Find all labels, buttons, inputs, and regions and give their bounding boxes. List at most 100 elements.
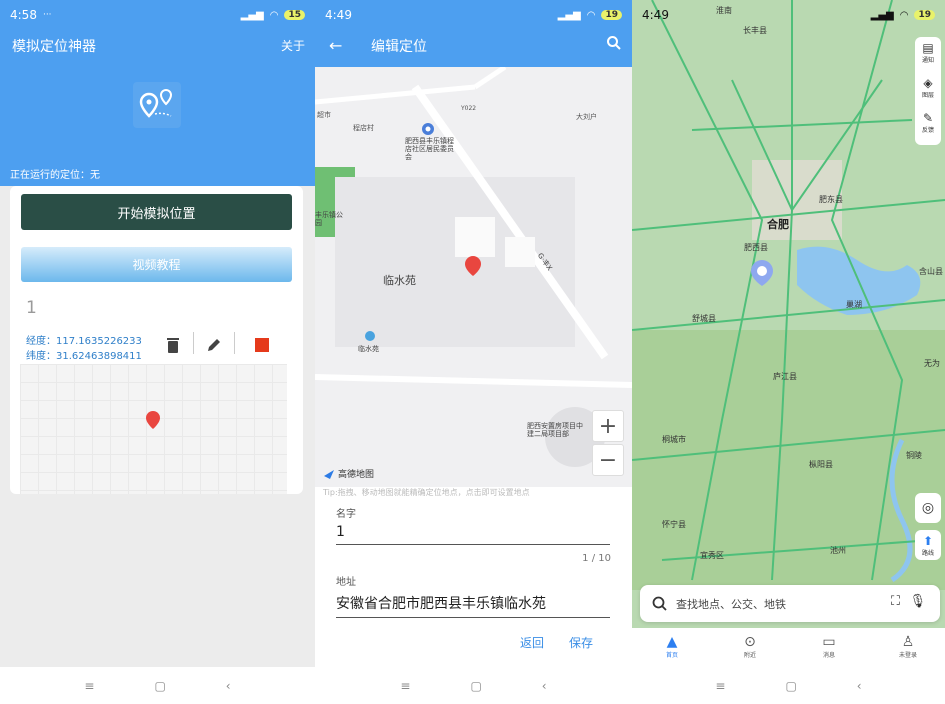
zoom-in-button[interactable]: + [592,410,624,442]
save-button[interactable]: 保存 [569,634,593,651]
route-arrow-icon: ⬆ [922,533,934,548]
search-icon [652,596,667,611]
signal-icon: ▂▄▆ [557,9,581,21]
edit-icon[interactable] [205,336,223,354]
back-nav-icon[interactable]: ‹ [542,679,547,693]
route-label: 路线 [921,549,934,557]
menu-nav-icon[interactable]: ≡ [400,679,410,693]
menu-nav-icon[interactable]: ≡ [715,679,725,693]
app-title: 模拟定位神器 [12,39,96,55]
status-time: 4:49 [325,8,352,22]
stop-icon[interactable] [253,336,271,354]
tab-label: 未登录 [898,652,917,659]
map-label: 程店村 [353,124,374,132]
map-tools-panel: ▤ 通知 ◈ 图层 ✎ 反馈 [915,37,941,145]
battery-level: 19 [914,10,935,20]
status-bar: 4:49 ▂▄▆ ◠ 19 [632,0,945,30]
map-label: 肥西县丰乐镇程店社区居民委员会 [405,137,454,161]
current-location-icon [751,260,773,286]
home-nav-icon[interactable]: ▢ [470,679,481,693]
status-time: 4:49 [642,8,669,22]
running-status: 正在运行的定位：无 [10,170,100,181]
search-placeholder: 查找地点、公交、地铁 [676,598,786,611]
notice-icon: ▤ [922,41,934,55]
notice-button[interactable]: ▤ 通知 [915,41,941,64]
selected-location-pin-icon [465,256,481,276]
map-brand: 高德地图 [323,467,374,480]
latitude-text: 纬度：31.62463898411 [26,351,142,362]
map-label: Y022 [461,105,477,112]
signal-icon: ▂▄▆ [870,9,894,21]
start-mock-button[interactable]: 开始模拟位置 [21,194,292,230]
city-label: 合肥 [767,218,789,231]
menu-nav-icon[interactable]: ≡ [84,679,94,693]
wifi-icon: ◠ [899,9,909,21]
feedback-button[interactable]: ✎ 反馈 [915,111,941,134]
feedback-label: 反馈 [921,127,934,134]
address-label: 地址 [336,577,356,588]
tab-label: 消息 [822,652,835,659]
map-tip: Tip:拖拽、移动地图就能精确定位地点，点击即可设置地点 [323,488,530,497]
place-label: 舒城县 [692,314,716,323]
divider [193,332,194,354]
amap-home-screen: 合肥 淮南 长丰县 肥东县 肥西县 巢湖 含山县 舒城县 庐江县 无为 桐城市 … [632,0,945,704]
video-tutorial-button[interactable]: 视频教程 [21,247,292,282]
location-card: 开始模拟位置 视频教程 1 经度：117.1635226233 纬度：31.62… [10,186,303,494]
return-button[interactable]: 返回 [520,634,544,651]
search-bar[interactable]: 查找地点、公交、地铁 ⛶ 🎙 [640,585,940,622]
map-pin-icon [146,411,160,429]
tab-home[interactable]: ▲ 首页 [652,634,692,659]
layers-button[interactable]: ◈ 图层 [915,76,941,99]
status-time: 4:58 [10,8,37,22]
address-field[interactable]: 安徽省合肥市肥西县丰乐镇临水苑 [336,593,610,618]
battery-level: 15 [284,10,305,20]
name-label: 名字 [336,509,356,520]
map-label: 肥西安置房项目中建二局项目部 [527,422,583,438]
status-bar: 4:58 ··· ▂▄▆ ◠ 15 [0,0,315,30]
back-nav-icon[interactable]: ‹ [226,679,231,693]
place-label: 宜秀区 [700,551,724,560]
about-link[interactable]: 关于 [281,37,305,54]
delete-icon[interactable] [164,336,182,354]
preview-map [20,364,287,494]
system-nav-bar: ≡ ▢ ‹ [315,667,632,704]
system-nav-bar: ≡ ▢ ‹ [632,668,945,704]
longitude-text: 经度：117.1635226233 [26,336,142,347]
home-nav-icon[interactable]: ▢ [785,679,796,693]
map-label: 临水苑 [358,345,379,353]
route-button[interactable]: ⬆ 路线 [915,530,941,560]
location-app-screen: 4:58 ··· ▂▄▆ ◠ 15 模拟定位神器 关于 正在运行的定位：无 开始… [0,0,315,704]
back-arrow-icon[interactable]: ← [329,36,342,55]
back-nav-icon[interactable]: ‹ [857,679,862,693]
home-nav-icon[interactable]: ▢ [154,679,165,693]
tab-profile[interactable]: ♙ 未登录 [888,634,928,659]
place-label: 枞阳县 [809,460,833,469]
name-field[interactable]: 1 [336,524,610,545]
search-icon[interactable] [606,35,622,51]
edit-map[interactable]: 超市 程店村 Y022 大刘户 肥西县丰乐镇程店社区居民委员会 临水苑 临水苑 … [315,67,632,487]
tab-messages[interactable]: ▭ 消息 [809,634,849,659]
wifi-icon: ◠ [269,9,279,21]
map-brand-text: 高德地图 [338,470,375,480]
place-label: 肥西县 [744,243,768,252]
locate-me-button[interactable]: ◎ [915,493,941,523]
amap-logo-icon [324,469,334,479]
tab-nearby[interactable]: ⊙ 附近 [730,634,770,659]
location-pin-icon [139,88,173,118]
zoom-out-button[interactable]: − [592,444,624,476]
edit-location-screen: 4:49 ▂▄▆ ◠ 19 ← 编辑定位 超市 程店村 Y022 大刘户 肥西县 [315,0,632,704]
microphone-icon[interactable]: 🎙 [909,594,926,609]
app-logo [133,82,181,128]
place-label: 铜陵 [906,451,922,460]
battery-level: 19 [601,10,622,20]
place-label: 庐江县 [773,372,797,381]
message-icon: ▭ [822,634,836,650]
page-title: 编辑定位 [371,39,427,55]
place-label: 肥东县 [819,195,843,204]
scan-icon[interactable]: ⛶ [891,594,900,609]
map-label: 临水苑 [383,274,416,287]
wifi-icon: ◠ [586,9,596,21]
notice-label: 通知 [921,57,934,64]
place-label: 无为 [924,359,940,368]
place-label: 怀宁县 [662,520,686,529]
